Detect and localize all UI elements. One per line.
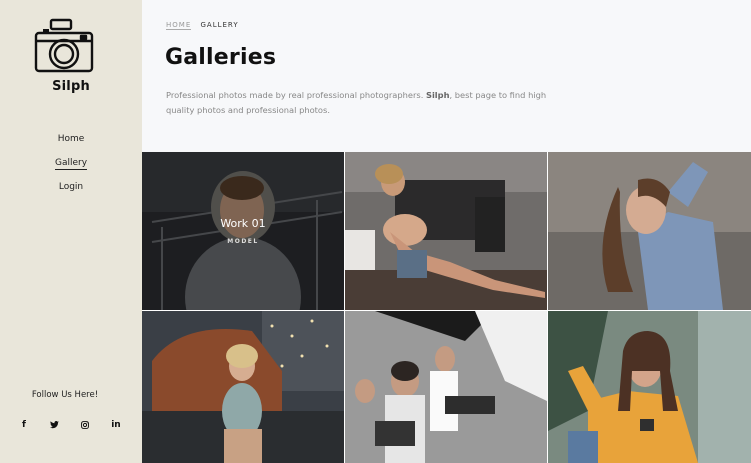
gallery-item-2[interactable] (345, 152, 547, 310)
nav-home[interactable]: Home (0, 132, 142, 156)
twitter-icon[interactable] (46, 418, 64, 432)
featured-title: Work 01 (220, 217, 266, 230)
desc-prefix: Professional photos made by real profess… (166, 90, 426, 100)
gallery-item-1[interactable]: Work 01 MODEL (142, 152, 344, 310)
nav-gallery-label: Gallery (54, 158, 88, 170)
breadcrumb-current: GALLERY (200, 21, 239, 29)
featured-caption: MODEL (227, 238, 259, 245)
nav-home-label: Home (57, 134, 85, 144)
nav-login[interactable]: Login (0, 180, 142, 204)
breadcrumb: HOME GALLERY (166, 21, 239, 30)
brand-name: Silph (52, 79, 90, 94)
sidebar: Silph Home Gallery Login Follow Us Here!… (0, 0, 142, 463)
photo-woman-denim (548, 152, 751, 310)
photo-woman-vintage-car (142, 311, 344, 463)
page-description: Professional photos made by real profess… (166, 88, 576, 118)
follow-us-label: Follow Us Here! (31, 390, 99, 400)
gallery-grid: Work 01 MODEL (142, 152, 751, 463)
linkedin-icon[interactable]: in (107, 418, 125, 432)
photo-woman-sofa (345, 152, 547, 310)
photo-photoshoot-studio (345, 311, 547, 463)
page: Silph Home Gallery Login Follow Us Here!… (0, 0, 751, 463)
linkedin-letters: in (111, 420, 121, 430)
featured-overlay: Work 01 MODEL (142, 152, 344, 310)
nav-login-label: Login (58, 182, 84, 192)
facebook-icon[interactable]: f (15, 418, 33, 432)
gallery-item-3[interactable] (548, 152, 751, 310)
gallery-item-5[interactable] (345, 311, 547, 463)
facebook-letter: f (22, 420, 26, 430)
page-header: HOME GALLERY Galleries Professional phot… (142, 0, 751, 152)
desc-brand: Silph (425, 90, 450, 100)
page-title: Galleries (165, 45, 277, 70)
camera-logo-icon[interactable] (33, 17, 95, 75)
breadcrumb-home-link[interactable]: HOME (166, 21, 192, 30)
gallery-item-6[interactable] (548, 311, 751, 463)
photo-woman-yellow-sweater (548, 311, 751, 463)
gallery-item-4[interactable] (142, 311, 344, 463)
social-links: f in (15, 418, 125, 432)
nav-gallery[interactable]: Gallery (0, 156, 142, 180)
main-nav: Home Gallery Login (0, 132, 142, 204)
instagram-icon[interactable] (76, 418, 94, 432)
